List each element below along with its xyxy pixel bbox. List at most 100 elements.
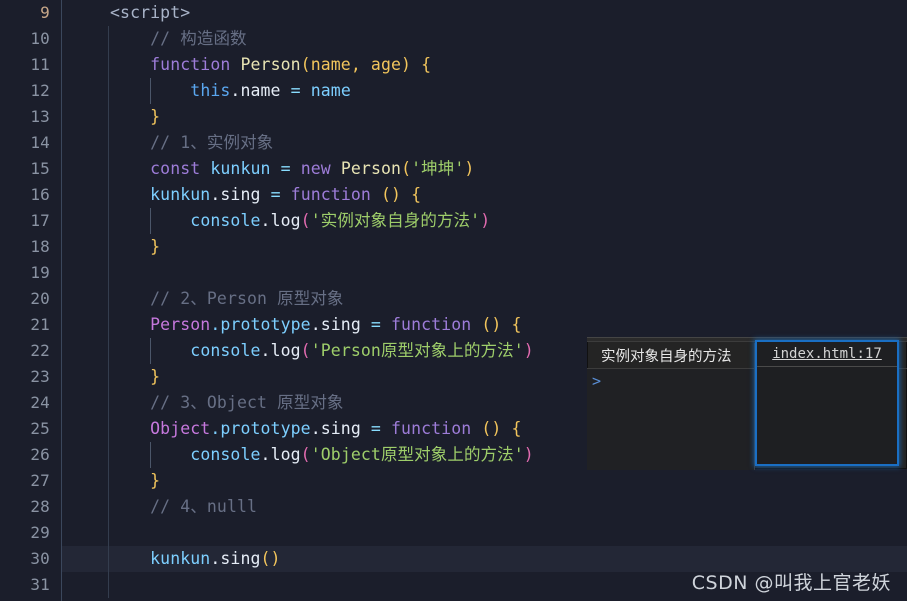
token-property-log: .log bbox=[260, 341, 301, 360]
token-comment: // 2、Person 原型对象 bbox=[150, 289, 344, 308]
code-line: kunkun.sing = function () { bbox=[62, 182, 907, 208]
token-object-object: Object bbox=[150, 419, 211, 438]
token-property-sing: .sing bbox=[310, 419, 361, 438]
console-source-link-row[interactable]: index.html:17 bbox=[757, 342, 897, 367]
token-string: 'Person原型对象上的方法' bbox=[310, 341, 524, 360]
token-property-sing: .sing bbox=[210, 549, 261, 568]
code-line bbox=[62, 260, 907, 286]
code-line: // 2、Person 原型对象 bbox=[62, 286, 907, 312]
token-paren-empty: () bbox=[260, 549, 281, 568]
token-property-sing: .sing bbox=[210, 185, 261, 204]
token-script-tag: <script> bbox=[110, 3, 191, 22]
devtools-console-panel[interactable]: 实例对象自身的方法 > index.html:17 bbox=[587, 337, 907, 470]
token-brace-close: } bbox=[150, 107, 161, 126]
code-line: // 1、实例对象 bbox=[62, 130, 907, 156]
gutter-divider bbox=[61, 0, 62, 601]
console-source-panel[interactable]: index.html:17 bbox=[755, 340, 899, 466]
token-string: '实例对象自身的方法' bbox=[310, 211, 481, 230]
source-link[interactable]: index.html:17 bbox=[772, 346, 882, 362]
token-brace-open: { bbox=[421, 55, 432, 74]
token-brace-open: { bbox=[411, 185, 422, 204]
token-comment: // 4、nulll bbox=[150, 497, 258, 516]
line-number: 22 bbox=[30, 341, 50, 360]
code-line: } bbox=[62, 234, 907, 260]
line-number: 11 bbox=[30, 55, 50, 74]
token-identifier: kunkun bbox=[210, 159, 271, 178]
token-console: console bbox=[190, 445, 261, 464]
token-string: 'Object原型对象上的方法' bbox=[310, 445, 524, 464]
token-operator: = bbox=[370, 419, 381, 438]
token-identifier: name bbox=[310, 81, 351, 100]
token-brace-close: } bbox=[150, 367, 161, 386]
token-keyword-function: function bbox=[391, 419, 472, 438]
line-number: 21 bbox=[30, 315, 50, 334]
line-number: 28 bbox=[30, 497, 50, 516]
token-paren-empty: () bbox=[481, 419, 502, 438]
code-line: Person.prototype.sing = function () { bbox=[62, 312, 907, 338]
line-number: 26 bbox=[30, 445, 50, 464]
code-line bbox=[62, 520, 907, 546]
code-editor: 9 10 11 12 13 14 15 16 17 18 19 20 21 22… bbox=[0, 0, 907, 601]
token-property-log: .log bbox=[260, 211, 301, 230]
token-keyword-function: function bbox=[150, 55, 231, 74]
line-number: 29 bbox=[30, 523, 50, 542]
token-comment: // 构造函数 bbox=[150, 29, 247, 48]
indent-guide bbox=[150, 78, 151, 104]
token-keyword-function: function bbox=[391, 315, 472, 334]
token-property-prototype: .prototype bbox=[210, 315, 311, 334]
console-message-text: 实例对象自身的方法 bbox=[601, 349, 732, 365]
code-line: } bbox=[62, 468, 907, 494]
line-number: 18 bbox=[30, 237, 50, 256]
token-brace-close: } bbox=[150, 237, 161, 256]
token-identifier: kunkun bbox=[150, 549, 211, 568]
console-output-area[interactable] bbox=[587, 369, 755, 470]
token-paren-empty: () bbox=[380, 185, 402, 204]
line-number: 15 bbox=[30, 159, 50, 178]
token-property-name: .name bbox=[230, 81, 281, 100]
line-number: 19 bbox=[30, 263, 50, 282]
token-operator: = bbox=[370, 315, 381, 334]
code-content[interactable]: <script> // 构造函数 function Person(name, a… bbox=[62, 0, 907, 601]
line-number: 25 bbox=[30, 419, 50, 438]
indent-guide bbox=[150, 442, 151, 468]
token-constructor-name: Person bbox=[340, 159, 402, 178]
code-line: <script> bbox=[62, 0, 907, 26]
token-operator: = bbox=[270, 185, 281, 204]
token-keyword-new: new bbox=[300, 159, 331, 178]
console-prompt-icon: > bbox=[592, 372, 602, 390]
line-number: 23 bbox=[30, 367, 50, 386]
token-console: console bbox=[190, 211, 261, 230]
line-number: 12 bbox=[30, 81, 50, 100]
token-property-log: .log bbox=[260, 445, 301, 464]
code-line: console.log('实例对象自身的方法') bbox=[62, 208, 907, 234]
token-property-sing: .sing bbox=[310, 315, 361, 334]
line-number-gutter: 9 10 11 12 13 14 15 16 17 18 19 20 21 22… bbox=[0, 0, 62, 601]
token-brace-close: } bbox=[150, 471, 161, 490]
watermark: CSDN @叫我上官老妖 bbox=[691, 572, 891, 594]
token-brace-open: { bbox=[511, 419, 522, 438]
code-line: // 构造函数 bbox=[62, 26, 907, 52]
line-number: 17 bbox=[30, 211, 50, 230]
token-object-person: Person bbox=[150, 315, 211, 334]
line-number: 16 bbox=[30, 185, 50, 204]
indent-guide bbox=[150, 208, 151, 234]
line-number: 24 bbox=[30, 393, 50, 412]
line-number: 9 bbox=[40, 3, 50, 22]
token-this: this bbox=[190, 81, 231, 100]
line-number: 14 bbox=[30, 133, 50, 152]
token-console: console bbox=[190, 341, 261, 360]
line-number: 27 bbox=[30, 471, 50, 490]
token-paren-empty: () bbox=[481, 315, 502, 334]
line-number: 13 bbox=[30, 107, 50, 126]
token-property-prototype: .prototype bbox=[210, 419, 311, 438]
indent-guide bbox=[150, 338, 151, 364]
token-keyword-function: function bbox=[290, 185, 371, 204]
code-line: // 4、nulll bbox=[62, 494, 907, 520]
line-number: 20 bbox=[30, 289, 50, 308]
token-keyword-const: const bbox=[150, 159, 201, 178]
token-identifier: kunkun bbox=[150, 185, 211, 204]
line-number: 30 bbox=[30, 549, 50, 568]
token-operator: = bbox=[280, 159, 291, 178]
line-number: 10 bbox=[30, 29, 50, 48]
code-line: this.name = name bbox=[62, 78, 907, 104]
